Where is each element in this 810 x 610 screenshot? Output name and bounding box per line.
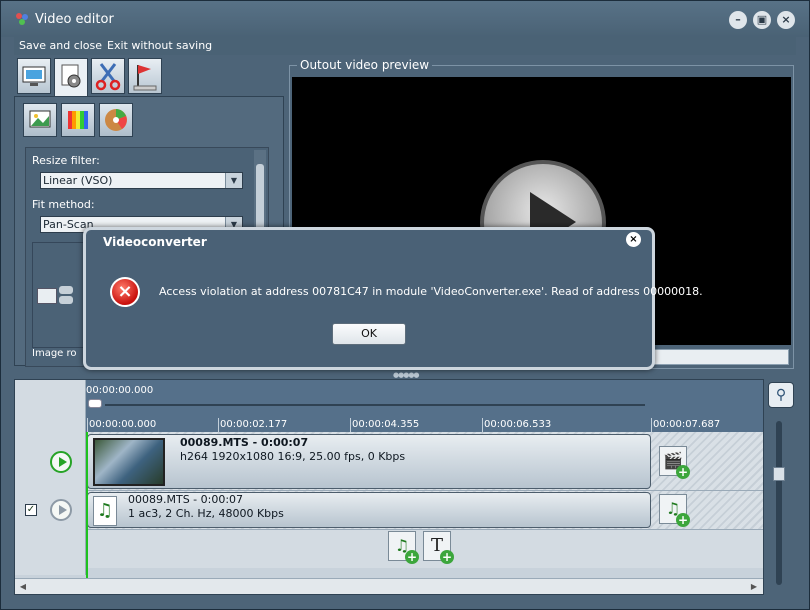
picture-icon [29,110,51,128]
add-audio-track-button[interactable]: ♫ + [388,531,419,564]
title-bar: Video editor – ▣ × [1,1,809,37]
add-audio-button[interactable]: ♫ + [659,494,690,527]
exit-without-saving-menu[interactable]: Exit without saving [107,39,212,52]
video-clip-details: h264 1920x1080 16:9, 25.00 fps, 0 Kbps [180,450,406,463]
tab-settings[interactable] [54,58,88,98]
audio-track-play-button[interactable] [50,499,72,521]
audio-clip-details: 1 ac3, 2 Ch. Hz, 48000 Kbps [128,507,284,520]
dialog-message: Access violation at address 00781C47 in … [159,285,703,298]
timeline-position-knob[interactable] [88,399,102,408]
playhead[interactable] [86,432,88,578]
video-editor-window: Video editor – ▣ × Save and close Exit w… [0,0,810,610]
flag-icon [133,65,157,91]
zoom-column: ⚲ [766,379,796,595]
music-note-icon: ♫ [93,496,117,526]
screen-icon [22,66,46,86]
ok-button[interactable]: OK [332,323,406,345]
tab-cut[interactable] [91,58,125,94]
current-time: 00:00:00.000 [86,385,154,396]
fit-method-label: Fit method: [32,198,95,211]
minimize-button[interactable]: – [729,11,747,29]
tab-color-wheel[interactable] [99,103,133,137]
dialog-title: Videoconverter [103,235,207,249]
time-tick: 00:00:07.687 [653,419,721,430]
tab-picture[interactable] [23,103,57,137]
audio-track: ♫ 00089.MTS - 0:00:07 1 ac3, 2 Ch. Hz, 4… [86,491,763,530]
track-controls: ✓ [15,380,86,575]
splitter-grip-icon[interactable]: ●●●●● [393,371,420,379]
time-tick: 00:00:06.533 [484,419,552,430]
image-position-box [32,242,86,348]
menu-bar: Save and close Exit without saving [14,37,796,55]
timeline-position-track[interactable] [105,404,645,406]
tab-output-screen[interactable] [17,58,51,94]
timeline: ✓ 00:00:00.000 00:00:00.000 00:00:02.177… [14,379,764,595]
color-bars-icon [68,111,88,129]
maximize-button[interactable]: ▣ [753,11,771,29]
add-track-row: ♫ + T + [86,530,763,568]
app-icon [16,13,28,25]
video-track: 00089.MTS - 0:00:07 h264 1920x1080 16:9,… [86,432,763,491]
time-tick: 00:00:04.355 [352,419,420,430]
error-icon: × [110,277,140,307]
audio-clip[interactable]: ♫ 00089.MTS - 0:00:07 1 ac3, 2 Ch. Hz, 4… [87,492,651,528]
save-and-close-menu[interactable]: Save and close [19,39,102,52]
chevron-down-icon: ▼ [225,173,242,188]
color-wheel-icon [105,109,127,131]
video-clip[interactable]: 00089.MTS - 0:00:07 h264 1920x1080 16:9,… [87,434,651,489]
audio-track-checkbox[interactable]: ✓ [25,504,37,516]
add-video-button[interactable]: 🎬 + [659,446,690,479]
zoom-slider-track[interactable] [776,421,782,585]
video-thumbnail [93,438,165,486]
time-tick: 00:00:02.177 [220,419,288,430]
tab-color-bars[interactable] [61,103,95,137]
zoom-icon[interactable]: ⚲ [768,382,794,408]
window-title: Video editor [35,12,114,27]
video-track-play-button[interactable] [50,451,72,473]
audio-clip-title: 00089.MTS - 0:00:07 [128,493,244,506]
resize-filter-select[interactable]: Linear (VSO) ▼ [40,172,243,189]
zoom-slider-thumb[interactable] [773,467,785,481]
scissors-icon [95,63,121,91]
image-rotation-label: Image ro [32,348,77,359]
add-text-button[interactable]: T + [423,531,454,564]
position-down-icon[interactable] [59,296,73,304]
tab-markers[interactable] [128,58,162,94]
dialog-close-icon[interactable]: × [626,232,641,247]
time-tick: 00:00:00.000 [89,419,157,430]
timeline-hscrollbar[interactable]: ◀ ▶ [15,578,763,594]
video-clip-title: 00089.MTS - 0:00:07 [180,436,309,449]
position-toggle[interactable] [37,288,57,304]
scroll-left-icon[interactable]: ◀ [17,581,29,592]
error-dialog: Videoconverter × × Access violation at a… [83,227,703,370]
resize-filter-value: Linear (VSO) [43,174,113,187]
scroll-right-icon[interactable]: ▶ [748,581,760,592]
close-button[interactable]: × [777,11,795,29]
resize-filter-label: Resize filter: [32,154,100,167]
position-up-icon[interactable] [59,286,73,294]
settings-icon [61,64,81,88]
preview-label: Outout video preview [297,58,433,72]
